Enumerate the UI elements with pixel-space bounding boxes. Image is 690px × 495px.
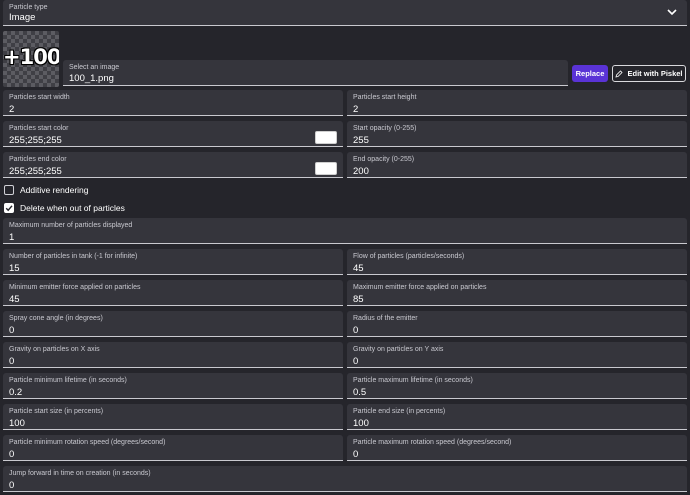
start-opacity-value: 255: [353, 135, 369, 146]
max-particles-displayed-label: Maximum number of particles displayed: [9, 222, 133, 229]
edit-with-piskel-label: Edit with Piskel: [627, 69, 683, 78]
start-color-swatch[interactable]: [315, 131, 337, 144]
particles-in-tank-value: 15: [9, 263, 20, 274]
gravity-y-field[interactable]: Gravity on particles on Y axis 0: [347, 342, 687, 368]
start-color-label: Particles start color: [9, 125, 69, 132]
delete-when-out-checkbox-row[interactable]: Delete when out of particles: [4, 201, 125, 215]
end-color-value: 255;255;255: [9, 166, 62, 177]
start-width-label: Particles start width: [9, 94, 70, 101]
particles-in-tank-label: Number of particles in tank (-1 for infi…: [9, 253, 138, 260]
additive-rendering-label: Additive rendering: [20, 185, 89, 195]
image-select-value: 100_1.png: [69, 73, 114, 84]
image-thumbnail[interactable]: +100: [3, 31, 59, 87]
max-particles-displayed-value: 1: [9, 232, 15, 243]
additive-rendering-checkbox[interactable]: [4, 185, 14, 195]
spray-cone-angle-label: Spray cone angle (in degrees): [9, 315, 103, 322]
start-color-field[interactable]: Particles start color 255;255;255: [3, 121, 343, 147]
end-color-swatch[interactable]: [315, 162, 337, 175]
flow-of-particles-value: 45: [353, 263, 364, 274]
start-height-value: 2: [353, 104, 359, 115]
particle-type-select[interactable]: Particle type Image: [3, 0, 687, 26]
gravity-y-label: Gravity on particles on Y axis: [353, 346, 444, 353]
replace-button[interactable]: Replace: [572, 65, 608, 82]
emitter-radius-value: 0: [353, 325, 359, 336]
start-width-field[interactable]: Particles start width 2: [3, 90, 343, 116]
start-height-field[interactable]: Particles start height 2: [347, 90, 687, 116]
start-size-label: Particle start size (in percents): [9, 408, 104, 415]
max-emitter-force-value: 85: [353, 294, 364, 305]
emitter-radius-field[interactable]: Radius of the emitter 0: [347, 311, 687, 337]
min-rotation-speed-label: Particle minimum rotation speed (degrees…: [9, 439, 166, 446]
image-select-field[interactable]: Select an image 100_1.png: [63, 60, 568, 86]
start-size-field[interactable]: Particle start size (in percents) 100: [3, 404, 343, 430]
min-lifetime-value: 0.2: [9, 387, 23, 398]
min-lifetime-field[interactable]: Particle minimum lifetime (in seconds) 0…: [3, 373, 343, 399]
particles-in-tank-field[interactable]: Number of particles in tank (-1 for infi…: [3, 249, 343, 275]
min-lifetime-label: Particle minimum lifetime (in seconds): [9, 377, 127, 384]
chevron-down-icon: [667, 9, 677, 16]
max-lifetime-label: Particle maximum lifetime (in seconds): [353, 377, 473, 384]
jump-forward-value: 0: [9, 480, 15, 491]
start-width-value: 2: [9, 104, 15, 115]
max-rotation-speed-label: Particle maximum rotation speed (degrees…: [353, 439, 512, 446]
image-select-label: Select an image: [69, 64, 120, 71]
end-color-field[interactable]: Particles end color 255;255;255: [3, 152, 343, 178]
start-opacity-label: Start opacity (0-255): [353, 125, 417, 132]
min-emitter-force-value: 45: [9, 294, 20, 305]
particle-type-label: Particle type: [9, 4, 48, 11]
end-opacity-field[interactable]: End opacity (0-255) 200: [347, 152, 687, 178]
min-emitter-force-field[interactable]: Minimum emitter force applied on particl…: [3, 280, 343, 306]
edit-with-piskel-button[interactable]: Edit with Piskel: [612, 65, 686, 82]
flow-of-particles-label: Flow of particles (particles/seconds): [353, 253, 465, 260]
start-size-value: 100: [9, 418, 25, 429]
max-emitter-force-label: Maximum emitter force applied on particl…: [353, 284, 487, 291]
start-color-value: 255;255;255: [9, 135, 62, 146]
max-particles-displayed-field[interactable]: Maximum number of particles displayed 1: [3, 218, 687, 244]
flow-of-particles-field[interactable]: Flow of particles (particles/seconds) 45: [347, 249, 687, 275]
particle-type-value: Image: [9, 12, 36, 23]
min-emitter-force-label: Minimum emitter force applied on particl…: [9, 284, 141, 291]
end-size-value: 100: [353, 418, 369, 429]
end-size-field[interactable]: Particle end size (in percents) 100: [347, 404, 687, 430]
spray-cone-angle-value: 0: [9, 325, 15, 336]
gravity-x-field[interactable]: Gravity on particles on X axis 0: [3, 342, 343, 368]
end-color-label: Particles end color: [9, 156, 67, 163]
max-rotation-speed-field[interactable]: Particle maximum rotation speed (degrees…: [347, 435, 687, 461]
gravity-y-value: 0: [353, 356, 359, 367]
checkmark-icon: [5, 205, 13, 212]
start-opacity-field[interactable]: Start opacity (0-255) 255: [347, 121, 687, 147]
pencil-icon: [615, 69, 624, 78]
jump-forward-label: Jump forward in time on creation (in sec…: [9, 470, 151, 477]
delete-when-out-checkbox[interactable]: [4, 203, 14, 213]
additive-rendering-checkbox-row[interactable]: Additive rendering: [4, 183, 89, 197]
max-lifetime-field[interactable]: Particle maximum lifetime (in seconds) 0…: [347, 373, 687, 399]
end-opacity-value: 200: [353, 166, 369, 177]
end-size-label: Particle end size (in percents): [353, 408, 446, 415]
thumbnail-text: +100: [3, 45, 59, 69]
jump-forward-field[interactable]: Jump forward in time on creation (in sec…: [3, 466, 687, 492]
max-rotation-speed-value: 0: [353, 449, 359, 460]
gravity-x-label: Gravity on particles on X axis: [9, 346, 100, 353]
delete-when-out-label: Delete when out of particles: [20, 203, 125, 213]
min-rotation-speed-field[interactable]: Particle minimum rotation speed (degrees…: [3, 435, 343, 461]
start-height-label: Particles start height: [353, 94, 417, 101]
min-rotation-speed-value: 0: [9, 449, 15, 460]
gravity-x-value: 0: [9, 356, 15, 367]
emitter-radius-label: Radius of the emitter: [353, 315, 418, 322]
max-emitter-force-field[interactable]: Maximum emitter force applied on particl…: [347, 280, 687, 306]
max-lifetime-value: 0.5: [353, 387, 367, 398]
spray-cone-angle-field[interactable]: Spray cone angle (in degrees) 0: [3, 311, 343, 337]
end-opacity-label: End opacity (0-255): [353, 156, 415, 163]
